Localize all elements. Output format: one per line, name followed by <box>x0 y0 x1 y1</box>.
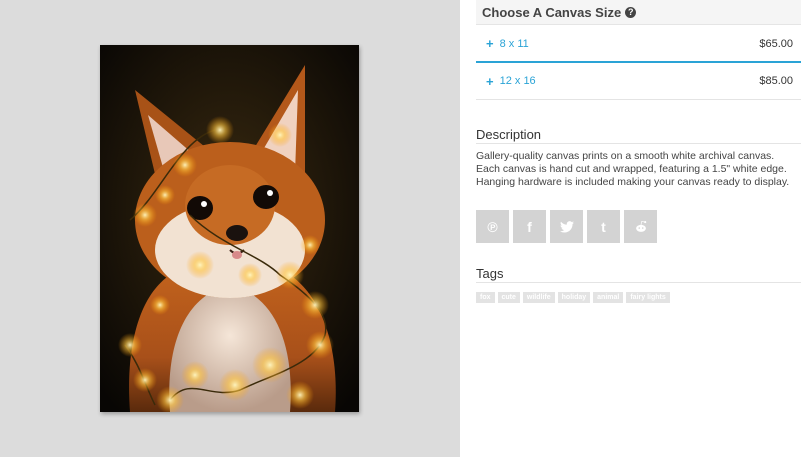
tag-list: fox cute wildlife holiday animal fairy l… <box>476 292 801 303</box>
tumblr-icon[interactable]: t <box>587 210 620 243</box>
facebook-icon[interactable]: f <box>513 210 546 243</box>
description-text: Gallery-quality canvas prints on a smoot… <box>476 150 790 188</box>
size-option-price: $85.00 <box>759 75 793 87</box>
tag-animal[interactable]: animal <box>593 292 624 303</box>
fox-artwork <box>100 45 359 412</box>
twitter-bird-glyph <box>559 220 574 233</box>
size-option-price: $65.00 <box>759 37 793 50</box>
description-title: Description <box>476 127 801 144</box>
tag-holiday[interactable]: holiday <box>557 292 591 303</box>
plus-icon: + <box>486 73 494 89</box>
canvas-print-image <box>100 45 359 412</box>
tag-cute[interactable]: cute <box>497 292 520 303</box>
size-option-8x11[interactable]: + 8 x 11 $65.00 <box>476 26 801 63</box>
twitter-icon[interactable] <box>550 210 583 243</box>
product-options-panel: Choose A Canvas Size ? + 8 x 11 $65.00 +… <box>476 0 801 457</box>
pinterest-icon[interactable]: ℗ <box>476 210 509 243</box>
canvas-size-header: Choose A Canvas Size ? <box>476 0 801 25</box>
tags-title: Tags <box>476 266 801 283</box>
reddit-icon[interactable] <box>624 210 657 243</box>
canvas-size-title: Choose A Canvas Size <box>482 4 622 20</box>
size-option-label: 12 x 16 <box>499 75 536 87</box>
size-option-12x16[interactable]: + 12 x 16 $85.00 <box>476 63 801 100</box>
tag-fairy-lights[interactable]: fairy lights <box>626 292 670 303</box>
product-page: Choose A Canvas Size ? + 8 x 11 $65.00 +… <box>0 0 807 457</box>
size-option-label: 8 x 11 <box>499 37 529 50</box>
share-buttons: ℗ f t <box>476 210 801 243</box>
tag-wildlife[interactable]: wildlife <box>522 292 555 303</box>
tag-fox[interactable]: fox <box>476 292 495 303</box>
reddit-alien-glyph <box>635 220 646 232</box>
canvas-preview-area <box>0 0 460 457</box>
plus-icon: + <box>486 36 494 51</box>
question-circle-icon[interactable]: ? <box>625 6 637 18</box>
